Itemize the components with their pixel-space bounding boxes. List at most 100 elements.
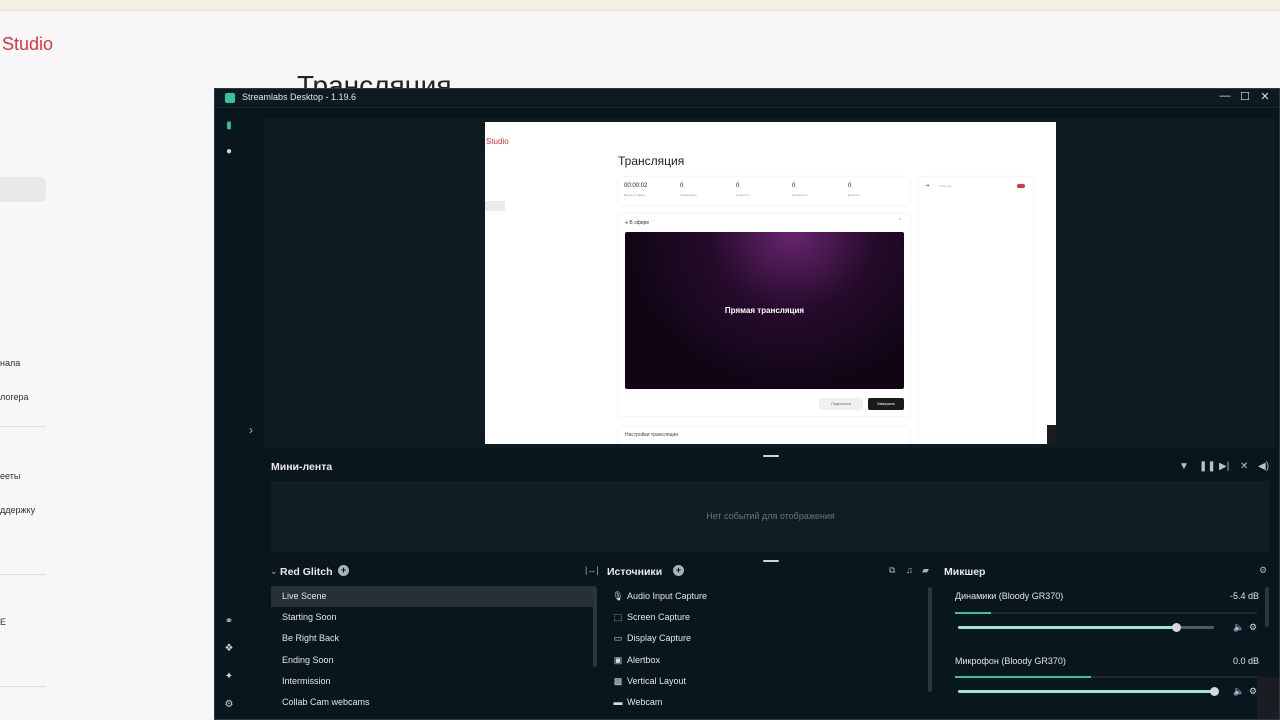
settings-header: Настройки трансляции: [625, 432, 679, 438]
stat-label: Трансляция: [680, 193, 697, 197]
sidebar-item[interactable]: E: [0, 617, 6, 627]
source-label: Webcam: [627, 697, 663, 707]
source-audio-icon[interactable]: ♫: [906, 565, 913, 575]
sidebar-selected-item[interactable]: [0, 177, 46, 202]
sidebar-divider: [0, 686, 46, 687]
resize-handle[interactable]: [763, 560, 779, 562]
minimize-button[interactable]: —: [1218, 90, 1232, 102]
scene-transition-icon[interactable]: |↔|: [585, 565, 599, 575]
window-title: Streamlabs Desktop - 1.19.6: [242, 92, 357, 102]
scene-item[interactable]: Be Right Back: [271, 628, 339, 649]
preview-logo: Studio: [486, 137, 509, 146]
mixer-channel-db: -5.4 dB: [1229, 591, 1259, 601]
pause-icon[interactable]: ❚❚: [1199, 461, 1216, 472]
scene-item[interactable]: Live Scene: [271, 586, 595, 607]
chevron-down-icon[interactable]: ⌄: [270, 566, 278, 577]
gear-icon[interactable]: ⚙: [1249, 686, 1257, 697]
alertbox-icon: ▣: [613, 655, 623, 665]
resize-handle[interactable]: [763, 455, 779, 457]
feed-title: Мини-лента: [271, 461, 333, 473]
live-header: ● В эфире: [625, 220, 649, 226]
source-group-icon[interactable]: ⧉: [889, 565, 895, 576]
volume-slider[interactable]: [958, 623, 1214, 632]
toggle-icon: [1017, 184, 1025, 188]
overlay-corner: [1257, 677, 1279, 719]
scenes-scrollbar[interactable]: [593, 587, 597, 667]
editor-icon[interactable]: ▮: [223, 120, 235, 132]
sidebar-item[interactable]: нала: [0, 358, 20, 368]
sidebar-item[interactable]: ддержку: [0, 505, 35, 515]
close-button[interactable]: ✕: [1258, 90, 1272, 103]
image-icon: ▩: [613, 676, 623, 686]
mixer-title: Микшер: [944, 566, 986, 578]
window-titlebar[interactable]: Streamlabs Desktop - 1.19.6 — ☐ ✕: [215, 89, 1279, 108]
sidebar-item[interactable]: логера: [0, 392, 28, 402]
live-dot-icon: ●: [625, 220, 629, 226]
preview-live-card: ● В эфире ⌃ Прямая трансляция Поделиться…: [618, 214, 910, 416]
add-scene-button[interactable]: +: [338, 565, 349, 576]
mixer-channel-name: Динамики (Bloody GR370): [955, 591, 1064, 601]
source-item[interactable]: ▭ Display Capture: [612, 628, 691, 649]
preview-page-title: Трансляция: [618, 154, 685, 168]
source-item[interactable]: ▩ Vertical Layout: [612, 671, 686, 692]
scene-item[interactable]: Ending Soon: [271, 650, 334, 671]
streamlabs-logo-icon: [225, 93, 235, 103]
sources-scrollbar[interactable]: [928, 587, 932, 692]
scene-item[interactable]: Intermission: [271, 671, 331, 692]
speaker-icon[interactable]: 🔈: [1233, 686, 1244, 697]
share-button: Поделиться: [819, 398, 863, 410]
mixer-channel-db: 0.0 dB: [1232, 656, 1259, 666]
source-item[interactable]: ▬ Webcam: [612, 692, 663, 713]
volume-slider[interactable]: [958, 687, 1219, 696]
screen-capture-icon: ⬚: [613, 612, 623, 622]
volume-slider-fill: [958, 626, 1176, 629]
play-icon[interactable]: ●: [223, 146, 235, 158]
scene-item[interactable]: Collab Cam webcams: [271, 692, 370, 713]
filter-icon[interactable]: ▼: [1179, 461, 1189, 472]
login-icon: ⇥: [925, 183, 930, 189]
stat-value: 0: [848, 183, 852, 189]
gear-icon[interactable]: ⚙: [1259, 565, 1267, 576]
scene-item[interactable]: Starting Soon: [271, 607, 337, 628]
monitor-icon: ▭: [613, 633, 623, 643]
mixer-scrollbar[interactable]: [1265, 587, 1269, 627]
source-item[interactable]: ⬚ Screen Capture: [612, 607, 690, 628]
mixer-channel-name: Микрофон (Bloody GR370): [955, 656, 1066, 666]
skip-icon[interactable]: ▶|: [1219, 461, 1229, 472]
add-source-button[interactable]: +: [673, 565, 684, 576]
folder-icon: ▬: [613, 697, 623, 707]
volume-icon[interactable]: ◀): [1258, 461, 1269, 472]
sparkle-icon[interactable]: ✦: [223, 671, 235, 683]
sidebar-divider: [0, 574, 46, 575]
settings-icon[interactable]: ⚙: [223, 699, 235, 711]
source-label: Display Capture: [627, 633, 692, 643]
extensions-icon[interactable]: ❖: [223, 643, 235, 655]
audio-level-fill: [955, 612, 992, 614]
preview-stats-card: 00:00:02 Время в эфире 0 Трансляция 0 Но…: [618, 177, 910, 205]
volume-slider-knob[interactable]: [1171, 623, 1181, 632]
folder-icon[interactable]: ▰: [922, 565, 929, 576]
source-label: Screen Capture: [627, 612, 691, 622]
maximize-button[interactable]: ☐: [1238, 90, 1252, 103]
sidebar-divider: [0, 426, 46, 427]
feed-empty-message: Нет событий для отображения: [706, 511, 835, 521]
audio-level-meter: [955, 612, 1257, 614]
source-item[interactable]: ▣ Alertbox: [612, 650, 660, 671]
source-item[interactable]: 🎙 Audio Input Capture: [612, 586, 707, 607]
source-label: Audio Input Capture: [627, 591, 708, 601]
site-logo[interactable]: Studio: [2, 34, 53, 55]
mute-alerts-icon[interactable]: ✕: [1240, 461, 1248, 472]
stat-value: 0: [792, 183, 796, 189]
link-icon[interactable]: ⚭: [223, 616, 235, 628]
live-header-label: В эфире: [629, 220, 650, 226]
video-overlay-text: Прямая трансляция: [724, 306, 805, 315]
events-placeholder: Событие: [939, 184, 952, 188]
scenes-title[interactable]: Red Glitch: [280, 566, 333, 578]
volume-slider-knob[interactable]: [1210, 687, 1219, 696]
sidebar-item[interactable]: ееты: [0, 471, 20, 481]
gear-icon[interactable]: ⚙: [1249, 622, 1257, 633]
stat-value: 0: [680, 183, 684, 189]
chevron-right-icon[interactable]: ›: [249, 423, 253, 437]
speaker-icon[interactable]: 🔈: [1233, 622, 1244, 633]
stat-label: Время в эфире: [624, 193, 646, 197]
